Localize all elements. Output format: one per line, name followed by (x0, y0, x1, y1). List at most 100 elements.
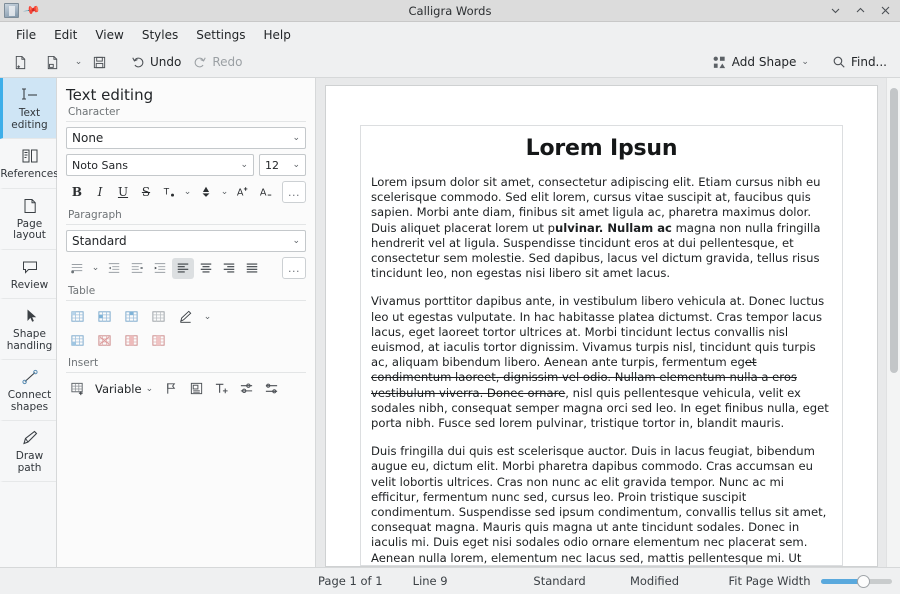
strikethrough-button[interactable]: S (135, 182, 157, 203)
insert-section-rule (66, 372, 306, 373)
insert-variable-label: Variable (95, 382, 142, 396)
menu-edit[interactable]: Edit (45, 25, 86, 45)
document-paragraph-3: Duis fringilla dui quis est scelerisque … (371, 444, 832, 566)
insert-special-character-button[interactable] (235, 378, 257, 399)
document-title: Lorem Ipsun (371, 136, 832, 161)
sidebar-item-page-layout[interactable]: Pagelayout (0, 189, 56, 250)
redo-button[interactable]: Redo (188, 52, 247, 72)
close-button[interactable] (880, 5, 891, 16)
insert-variable-button[interactable]: Variable ⌄ (91, 380, 157, 398)
align-justify-button[interactable] (241, 258, 263, 279)
save-icon (92, 55, 107, 70)
text-color-dropdown[interactable]: ⌄ (181, 182, 194, 203)
find-button[interactable]: Find... (827, 52, 892, 72)
application-window: 📌 Calligra Words File Edit View Styles S… (0, 0, 900, 594)
insert-link-button[interactable] (260, 378, 282, 399)
align-right-button[interactable] (218, 258, 240, 279)
menu-file[interactable]: File (7, 25, 45, 45)
sidebar-item-label: Draw path (5, 451, 54, 474)
character-section-rule (66, 121, 306, 122)
sidebar-item-references[interactable]: References (0, 139, 56, 189)
sidebar-item-label: Review (11, 280, 48, 292)
decrease-indent-button[interactable] (103, 258, 125, 279)
insert-frame-button[interactable] (185, 378, 207, 399)
sidebar-item-connect-shapes[interactable]: Connectshapes (0, 360, 56, 421)
menu-help[interactable]: Help (254, 25, 299, 45)
insert-table-button[interactable] (66, 306, 88, 327)
delete-row-button[interactable] (93, 330, 115, 351)
split-cells-button[interactable] (66, 330, 88, 351)
increase-font-size-button[interactable]: A (232, 182, 254, 203)
main-toolbar: ⌄ Undo Redo (0, 47, 900, 78)
align-left-button[interactable] (172, 258, 194, 279)
sidebar-item-label: Connectshapes (8, 390, 51, 413)
border-pen-dropdown[interactable]: ⌄ (201, 306, 214, 327)
status-zoom-label[interactable]: Fit Page Width (728, 574, 810, 588)
sidebar-item-review[interactable]: Review (0, 250, 56, 300)
merge-cells-button[interactable] (147, 306, 169, 327)
italic-button[interactable]: I (89, 182, 111, 203)
paragraph-more-button[interactable]: ... (282, 257, 306, 279)
align-center-button[interactable] (195, 258, 217, 279)
character-more-button[interactable]: ... (282, 181, 306, 203)
menu-bar: File Edit View Styles Settings Help (0, 22, 900, 47)
sidebar-item-shape-handling[interactable]: Shapehandling (0, 299, 56, 360)
insert-text-box-button[interactable] (210, 378, 232, 399)
delete-column-button[interactable] (120, 330, 142, 351)
highlight-color-dropdown[interactable]: ⌄ (218, 182, 231, 203)
list-style-button[interactable] (66, 258, 88, 279)
insert-row-above-button[interactable] (93, 306, 115, 327)
table-buttons-row-2 (66, 330, 306, 351)
text-run-bold: ulvinar. Nullam ac (555, 221, 672, 235)
menu-settings[interactable]: Settings (187, 25, 254, 45)
document-page[interactable]: Lorem Ipsun Lorem ipsum dolor sit amet, … (325, 85, 878, 567)
open-recent-dropdown[interactable]: ⌄ (72, 52, 85, 73)
zoom-slider-handle[interactable] (857, 575, 870, 588)
menu-view[interactable]: View (86, 25, 132, 45)
increase-indent-button[interactable] (149, 258, 171, 279)
redo-icon (193, 55, 207, 69)
character-style-value: None (72, 131, 288, 145)
maximize-button[interactable] (855, 5, 866, 16)
underline-button[interactable]: U (112, 182, 134, 203)
document-canvas[interactable]: Lorem Ipsun Lorem ipsum dolor sit amet, … (316, 78, 886, 567)
list-style-dropdown[interactable]: ⌄ (89, 258, 102, 279)
tool-sidebar: Textediting References Pagelayout Review (0, 78, 57, 567)
draw-path-icon (20, 429, 40, 447)
open-document-button[interactable] (40, 52, 70, 73)
font-size-combo[interactable]: 12 ⌄ (259, 154, 306, 176)
text-color-button[interactable]: T (158, 182, 180, 203)
insert-table-icon[interactable] (66, 378, 88, 399)
character-style-combo[interactable]: None ⌄ (66, 127, 306, 149)
zoom-slider[interactable] (821, 574, 892, 588)
pin-icon[interactable]: 📌 (23, 2, 41, 19)
indent-settings-button[interactable] (126, 258, 148, 279)
bold-button[interactable]: B (66, 182, 88, 203)
border-pen-button[interactable] (174, 306, 196, 327)
insert-bookmark-button[interactable] (160, 378, 182, 399)
text-frame[interactable]: Lorem Ipsun Lorem ipsum dolor sit amet, … (360, 125, 843, 566)
minimize-button[interactable] (830, 5, 841, 16)
delete-table-button[interactable] (147, 330, 169, 351)
chevron-down-icon: ⌄ (292, 160, 300, 170)
menu-styles[interactable]: Styles (133, 25, 187, 45)
sidebar-item-label: Shapehandling (7, 329, 53, 352)
scrollbar-thumb[interactable] (890, 88, 898, 373)
undo-button[interactable]: Undo (126, 52, 186, 72)
insert-section-label: Insert (68, 357, 306, 369)
sidebar-item-draw-path[interactable]: Draw path (0, 421, 56, 482)
insert-column-left-button[interactable] (120, 306, 142, 327)
add-shape-button[interactable]: Add Shape ⌄ (707, 52, 814, 73)
highlight-color-button[interactable] (195, 182, 217, 203)
sidebar-filler (0, 482, 56, 567)
save-button[interactable] (87, 52, 117, 73)
find-label: Find... (851, 55, 887, 69)
font-family-combo[interactable]: Noto Sans ⌄ (66, 154, 254, 176)
decrease-font-size-button[interactable]: A (255, 182, 277, 203)
sidebar-item-text-editing[interactable]: Textediting (0, 78, 56, 139)
paragraph-style-combo[interactable]: Standard ⌄ (66, 230, 306, 252)
vertical-scrollbar[interactable] (886, 78, 900, 567)
new-document-button[interactable] (8, 52, 38, 73)
text-editing-icon (20, 86, 40, 104)
sidebar-item-label: Pagelayout (13, 219, 46, 242)
